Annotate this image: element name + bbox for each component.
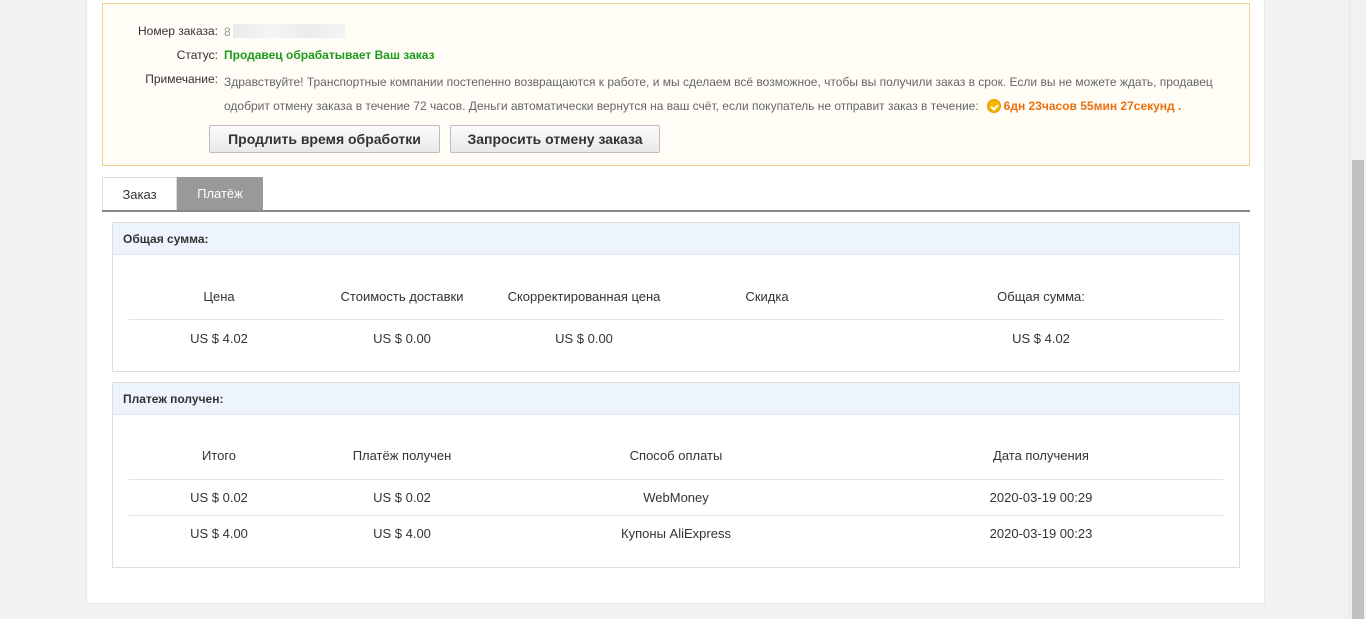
cell-adjusted-price: US $ 0.00 xyxy=(555,331,613,346)
extend-processing-button[interactable]: Продлить время обработки xyxy=(209,125,440,153)
order-status-value: Продавец обрабатывает Ваш заказ xyxy=(224,48,435,62)
total-table: Цена Стоимость доставки Скорректированна… xyxy=(129,256,1223,372)
header-total: Общая сумма: xyxy=(997,289,1085,304)
payment-panel-title: Платеж получен: xyxy=(113,383,1239,415)
order-status-label: Статус: xyxy=(176,48,218,62)
table-row-cell: US $ 4.00 xyxy=(373,526,431,541)
table-row-cell: US $ 0.02 xyxy=(373,490,431,505)
order-tabs: Заказ Платёж xyxy=(102,177,1250,212)
payment-table: Итого Платёж получен Способ оплаты Дата … xyxy=(129,416,1223,568)
table-row-cell: WebMoney xyxy=(643,490,709,505)
clock-icon xyxy=(986,99,1001,113)
table-row-cell: US $ 4.00 xyxy=(190,526,248,541)
header-sum: Итого xyxy=(201,448,237,463)
vertical-scrollbar[interactable] xyxy=(1349,0,1366,619)
countdown-timer: 6дн 23часов 55мин 27секунд xyxy=(1003,99,1175,113)
tab-payment[interactable]: Платёж xyxy=(177,177,263,210)
table-row-cell: 2020-03-19 00:23 xyxy=(989,526,1093,541)
cell-shipping: US $ 0.00 xyxy=(373,331,431,346)
header-discount: Скидка xyxy=(745,289,789,304)
table-row-cell: US $ 0.02 xyxy=(190,490,248,505)
tab-order[interactable]: Заказ xyxy=(102,177,177,210)
order-status-box: Номер заказа: 8 Статус: Продавец обрабат… xyxy=(102,3,1250,166)
total-panel: Общая сумма: Цена Стоимость доставки Ско… xyxy=(112,222,1240,372)
order-number-label: Номер заказа: xyxy=(137,24,218,38)
header-shipping: Стоимость доставки xyxy=(340,289,464,304)
scrollbar-thumb[interactable] xyxy=(1352,160,1364,619)
table-row-cell: Купоны AliExpress xyxy=(621,526,731,541)
table-divider xyxy=(129,515,1223,516)
order-number-row: Номер заказа: 8 xyxy=(103,24,345,39)
request-cancel-button[interactable]: Запросить отмену заказа xyxy=(450,125,660,153)
order-number-mask xyxy=(232,24,345,38)
total-panel-title: Общая сумма: xyxy=(113,223,1239,255)
order-note-text: Здравствуйте! Транспортные компании пост… xyxy=(224,75,1213,113)
table-divider xyxy=(129,319,1223,320)
cell-price: US $ 4.02 xyxy=(190,331,248,346)
cell-total: US $ 4.02 xyxy=(1012,331,1070,346)
header-price: Цена xyxy=(203,289,235,304)
table-divider xyxy=(129,479,1223,480)
order-status-row: Статус: Продавец обрабатывает Ваш заказ xyxy=(103,48,435,62)
order-note-label: Примечание: xyxy=(145,72,218,86)
payment-panel: Платеж получен: Итого Платёж получен Спо… xyxy=(112,382,1240,568)
header-received-date: Дата получения xyxy=(993,448,1089,463)
header-adjusted-price: Скорректированная цена xyxy=(507,289,661,304)
order-note-row: Примечание: xyxy=(103,72,218,86)
header-payment-received: Платёж получен xyxy=(352,448,452,463)
header-payment-method: Способ оплаты xyxy=(629,448,723,463)
table-row-cell: 2020-03-19 00:29 xyxy=(989,490,1093,505)
order-number-value: 8 xyxy=(224,24,345,39)
order-page: Номер заказа: 8 Статус: Продавец обрабат… xyxy=(86,0,1265,604)
